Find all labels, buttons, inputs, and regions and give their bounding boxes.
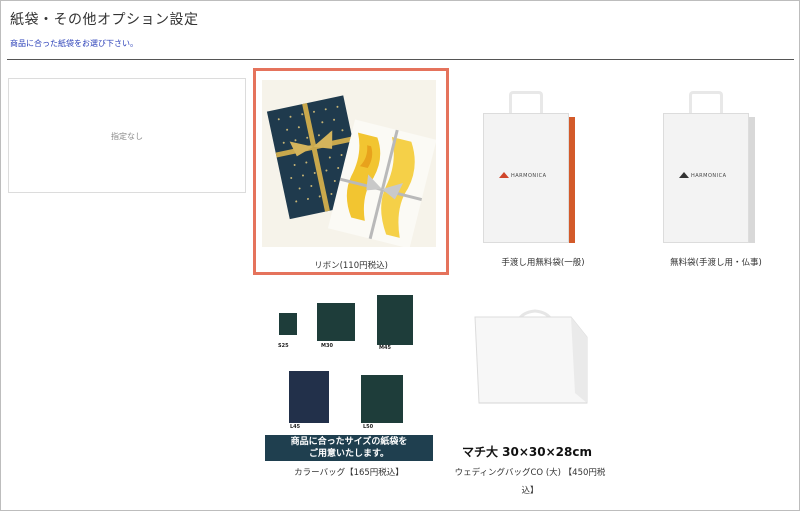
banner-line-2: ご用意いたします。 [308,449,390,459]
wedding-bag-image [474,309,588,404]
bag-m30-image [317,303,355,341]
size-label-m30: M30 [321,343,333,349]
bag-side-orange [569,117,575,243]
option-wedding-bag-label-line2: 込】 [521,486,539,496]
option-free-bag-general-label: 手渡し用無料袋(一般) [501,258,585,268]
banner-line-1: 商品に合ったサイズの紙袋を [290,437,408,447]
size-label-l50: L50 [363,424,374,430]
option-free-bag-buddhist-label: 無料袋(手渡し用・仏事) [670,258,762,268]
header-divider [7,59,794,60]
option-wedding-bag[interactable]: ウェディングバッグCO (大) 【450円税 込】 [451,301,609,501]
option-color-bag-label: カラーバッグ【165円税込】 [294,468,404,478]
page-frame: 紙袋・その他オプション設定 商品に合った紙袋をお選び下さい。 指定なし リボン(… [0,0,800,511]
bag-l45-image [289,371,329,423]
size-label-l45: L45 [290,424,301,430]
size-label-m45: M45 [379,345,391,351]
page-subtitle: 商品に合った紙袋をお選び下さい。 [10,39,138,48]
harmonica-logo-icon [679,172,689,178]
option-ribbon[interactable]: リボン(110円税込) [253,68,449,275]
bag-s25-image [279,313,297,335]
bag-side-gray [749,117,755,243]
option-wedding-bag-label-line1: ウェディングバッグCO (大) 【450円税 [454,468,606,478]
harmonica-logo-icon [499,172,509,178]
ribbon-illustration [262,80,436,247]
bag-handle [689,91,723,113]
option-ribbon-label: リボン(110円税込) [314,261,388,271]
bag-handle [509,91,543,113]
bag-l50-image [361,375,403,423]
option-none-label: 指定なし [111,132,143,141]
option-none[interactable]: 指定なし [8,78,246,193]
page-title: 紙袋・その他オプション設定 [10,12,199,28]
bag-brand-text: HARMONICA [691,173,727,179]
option-free-bag-buddhist[interactable]: HARMONICA 無料袋(手渡し用・仏事) [631,77,800,277]
wedding-bag-size-caption: マチ大 30×30×28cm [462,445,593,459]
color-bag-banner: 商品に合ったサイズの紙袋を ご用意いたします。 [265,435,433,461]
bag-brand-text: HARMONICA [511,173,547,179]
size-label-s25: S25 [278,343,289,349]
ribbon-gift-image [262,80,436,247]
bag-m45-image [377,295,413,345]
option-free-bag-general[interactable]: HARMONICA 手渡し用無料袋(一般) [453,77,633,277]
